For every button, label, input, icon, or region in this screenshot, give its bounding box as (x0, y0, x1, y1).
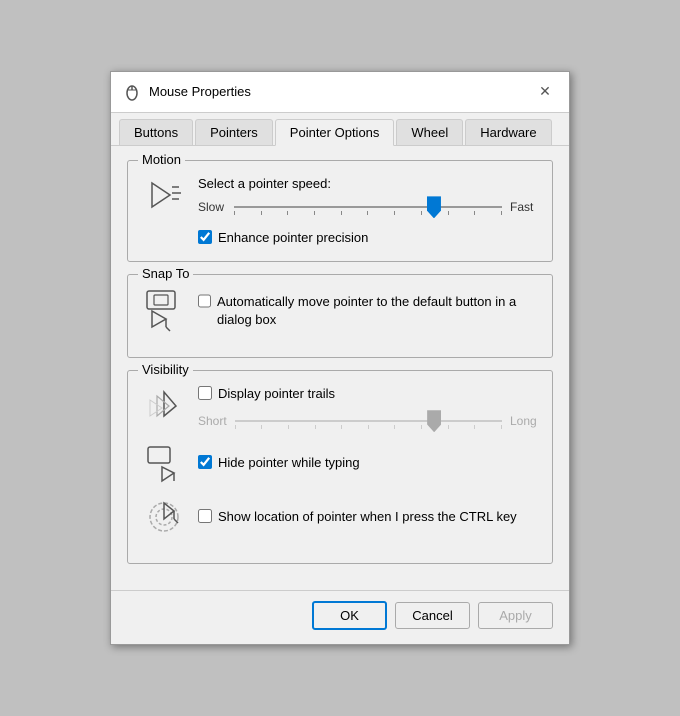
trails-icon (142, 386, 186, 430)
long-label: Long (510, 414, 538, 428)
show-location-label[interactable]: Show location of pointer when I press th… (218, 508, 517, 526)
hide-pointer-checkbox[interactable] (198, 455, 212, 469)
snap-to-inner: Automatically move pointer to the defaul… (142, 289, 538, 333)
enhance-precision-label[interactable]: Enhance pointer precision (218, 229, 368, 247)
motion-section-inner: Select a pointer speed: Slow (142, 175, 538, 247)
motion-content: Select a pointer speed: Slow (198, 176, 538, 217)
slider-line (234, 206, 502, 208)
hide-pointer-content: Hide pointer while typing (198, 454, 538, 472)
show-location-row: Show location of pointer when I press th… (142, 495, 538, 539)
hide-pointer-checkbox-row: Hide pointer while typing (198, 454, 538, 472)
slow-label: Slow (198, 200, 226, 214)
motion-section-title: Motion (138, 152, 185, 167)
snap-to-checkbox[interactable] (198, 294, 211, 308)
tab-hardware[interactable]: Hardware (465, 119, 551, 145)
tab-buttons[interactable]: Buttons (119, 119, 193, 145)
ok-button[interactable]: OK (312, 601, 387, 630)
trails-slider-row: Short (198, 411, 538, 431)
auto-move-row: Automatically move pointer to the defaul… (198, 293, 538, 329)
short-label: Short (198, 414, 227, 428)
title-bar-left: Mouse Properties (123, 83, 251, 101)
tab-wheel[interactable]: Wheel (396, 119, 463, 145)
enhance-precision-row: Enhance pointer precision (198, 229, 538, 247)
mouse-properties-window: Mouse Properties ✕ Buttons Pointers Poin… (110, 71, 570, 645)
trails-row: Display pointer trails Short (142, 385, 538, 431)
dialog-footer: OK Cancel Apply (111, 590, 569, 644)
snap-to-icon (142, 289, 186, 333)
snap-to-section: Snap To (127, 274, 553, 358)
speed-slider[interactable] (234, 197, 502, 217)
tab-pointer-options[interactable]: Pointer Options (275, 119, 395, 146)
trails-checkbox[interactable] (198, 386, 212, 400)
motion-section: Motion Select a pointer speed: (127, 160, 553, 262)
trails-slider-ticks (235, 425, 502, 429)
cancel-button[interactable]: Cancel (395, 602, 470, 629)
visibility-section: Visibility Display pointer t (127, 370, 553, 564)
close-button[interactable]: ✕ (533, 80, 557, 104)
title-bar: Mouse Properties ✕ (111, 72, 569, 113)
motion-icon (142, 175, 186, 219)
show-location-content: Show location of pointer when I press th… (198, 508, 538, 526)
speed-slider-row: Slow Fast (198, 197, 538, 217)
snap-to-content: Automatically move pointer to the defaul… (198, 293, 538, 329)
trails-slider (235, 411, 502, 431)
show-location-checkbox[interactable] (198, 509, 212, 523)
tab-pointers[interactable]: Pointers (195, 119, 273, 145)
show-location-checkbox-row: Show location of pointer when I press th… (198, 508, 538, 526)
window-title: Mouse Properties (149, 84, 251, 99)
enhance-precision-checkbox[interactable] (198, 230, 212, 244)
hide-pointer-label[interactable]: Hide pointer while typing (218, 454, 360, 472)
tab-bar: Buttons Pointers Pointer Options Wheel H… (111, 113, 569, 146)
fast-label: Fast (510, 200, 538, 214)
visibility-title: Visibility (138, 362, 193, 377)
visibility-inner: Display pointer trails Short (142, 385, 538, 539)
motion-row: Select a pointer speed: Slow (142, 175, 538, 219)
hide-pointer-icon (142, 441, 186, 485)
mouse-icon (123, 83, 141, 101)
trails-label[interactable]: Display pointer trails (218, 385, 335, 403)
trails-checkbox-row: Display pointer trails (198, 385, 538, 403)
speed-label: Select a pointer speed: (198, 176, 538, 191)
slider-ticks (234, 211, 502, 215)
trails-slider-line (235, 420, 502, 422)
hide-pointer-row: Hide pointer while typing (142, 441, 538, 485)
trails-content: Display pointer trails Short (198, 385, 538, 431)
show-location-icon (142, 495, 186, 539)
snap-to-label[interactable]: Automatically move pointer to the defaul… (217, 293, 538, 329)
snap-to-row: Automatically move pointer to the defaul… (142, 289, 538, 333)
tab-content: Motion Select a pointer speed: (111, 146, 569, 590)
snap-to-title: Snap To (138, 266, 193, 281)
apply-button[interactable]: Apply (478, 602, 553, 629)
